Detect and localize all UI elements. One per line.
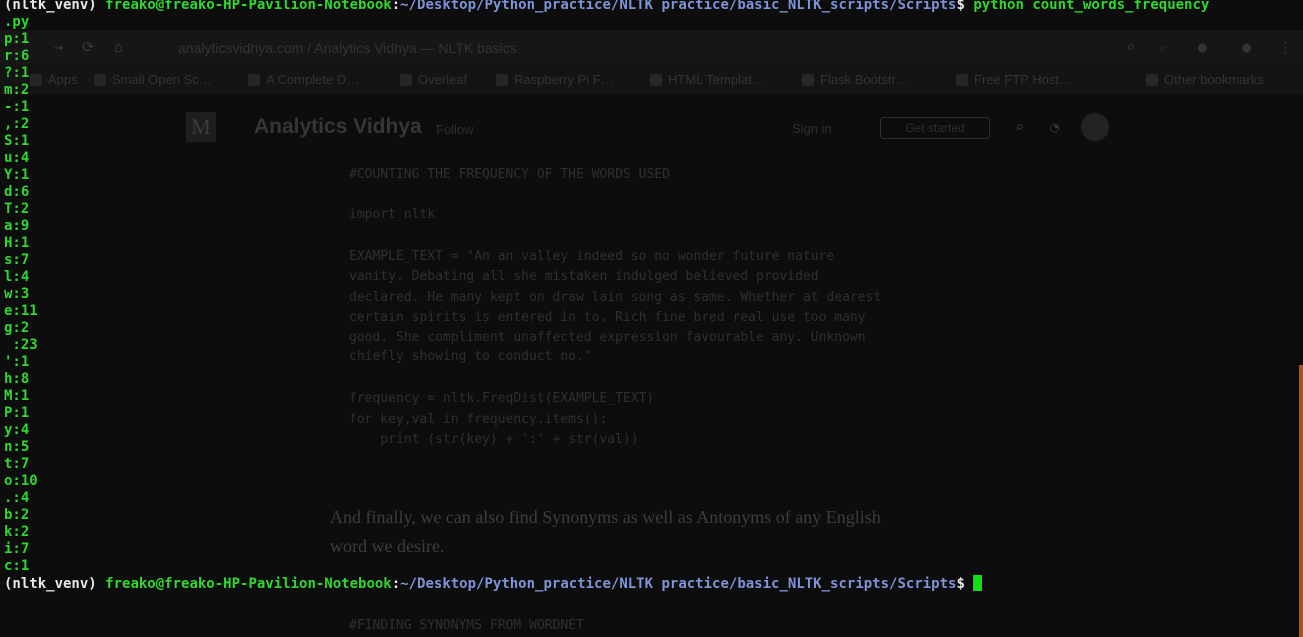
output-line: n:5 — [4, 439, 30, 455]
user-host: freako@freako-HP-Pavilion-Notebook — [105, 0, 392, 13]
output-line: m:2 — [4, 82, 30, 98]
output-line: w:3 — [4, 286, 30, 302]
output-line: :23 — [4, 337, 38, 353]
prompt-separator: : — [391, 576, 401, 592]
output-line: d:6 — [4, 184, 30, 200]
venv-label: (nltk_venv) — [4, 0, 106, 13]
cwd-path: ~/Desktop/Python_practice/NLTK practice/… — [400, 0, 957, 13]
output-line: k:2 — [4, 524, 30, 540]
command-wrap: .py — [4, 14, 30, 30]
output-line: ?:1 — [4, 65, 30, 81]
command-line: (nltk_venv) freako@freako-HP-Pavilion-No… — [4, 0, 1303, 14]
output-line: r:6 — [4, 48, 30, 64]
output-line: a:9 — [4, 218, 30, 234]
output-line: b:2 — [4, 507, 30, 523]
output-line: g:2 — [4, 320, 30, 336]
output-line: y:4 — [4, 422, 30, 438]
output-line: o:10 — [4, 473, 38, 489]
output-line: p:1 — [4, 31, 30, 47]
output-line: S:1 — [4, 133, 30, 149]
venv-label: (nltk_venv) — [4, 576, 106, 592]
command-text: python count_words_frequency — [973, 0, 1210, 13]
output-line: -:1 — [4, 99, 30, 115]
output-line: ':1 — [4, 354, 30, 370]
output-line: i:7 — [4, 541, 30, 557]
output-line: l:4 — [4, 269, 30, 285]
output-line: t:7 — [4, 456, 30, 472]
prompt-symbol: $ — [956, 0, 974, 13]
output-line: h:8 — [4, 371, 30, 387]
prompt-line[interactable]: (nltk_venv) freako@freako-HP-Pavilion-No… — [4, 575, 1303, 592]
cwd-path: ~/Desktop/Python_practice/NLTK practice/… — [400, 576, 957, 592]
user-host: freako@freako-HP-Pavilion-Notebook — [105, 576, 392, 592]
output-line: T:2 — [4, 201, 30, 217]
output-line: P:1 — [4, 405, 30, 421]
output-line: ,:2 — [4, 116, 30, 132]
prompt-symbol: $ — [956, 576, 974, 592]
output-line: c:1 — [4, 558, 30, 574]
output-line: .:4 — [4, 490, 30, 506]
output-line: H:1 — [4, 235, 30, 251]
output-line: u:4 — [4, 150, 30, 166]
output-line: e:11 — [4, 303, 38, 319]
terminal-window[interactable]: (nltk_venv) freako@freako-HP-Pavilion-No… — [4, 0, 1303, 592]
prompt-separator: : — [391, 0, 401, 13]
code-line: #FINDING SYNONYMS FROM WORDNET — [349, 618, 584, 633]
text-cursor — [973, 575, 983, 591]
frequency-output: p:1 r:6 ?:1 m:2 -:1 ,:2 S:1 u:4 Y:1 d:6 T:2 a:9 H:1 s… — [4, 31, 1303, 575]
output-line: Y:1 — [4, 167, 30, 183]
output-line: s:7 — [4, 252, 30, 268]
output-line: M:1 — [4, 388, 30, 404]
